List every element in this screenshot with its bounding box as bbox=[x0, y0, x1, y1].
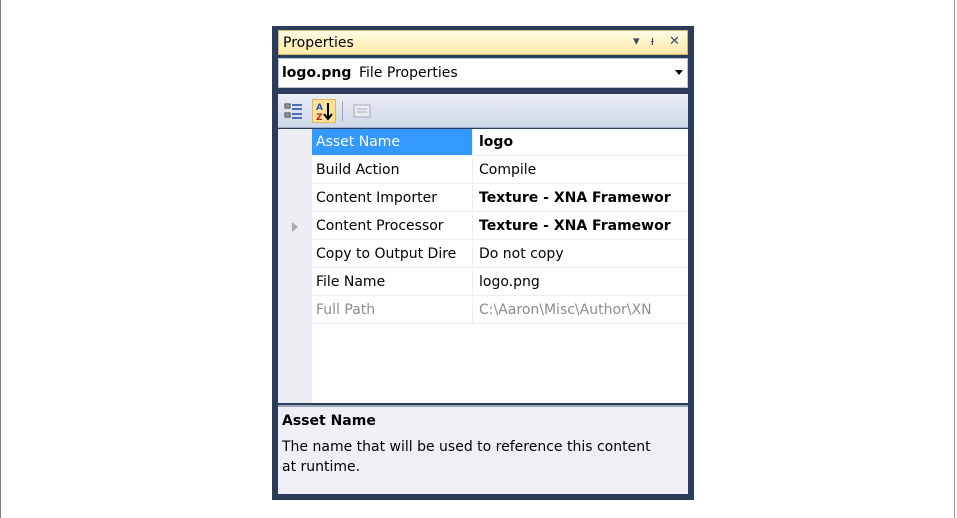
property-row-file-name[interactable]: File Name logo.png bbox=[278, 269, 688, 297]
property-row-content-importer[interactable]: Content Importer Texture - XNA Framewor bbox=[278, 185, 688, 213]
frame-right-border bbox=[954, 0, 955, 518]
properties-toolbar: A Z bbox=[278, 94, 688, 128]
alphabetical-sort-icon[interactable]: A Z bbox=[312, 99, 336, 123]
property-row-build-action[interactable]: Build Action Compile bbox=[278, 157, 688, 185]
dropdown-arrow-icon[interactable]: ▾ bbox=[633, 33, 640, 51]
property-name: Copy to Output Dire bbox=[312, 241, 472, 268]
property-value[interactable]: Texture - XNA Framewor bbox=[472, 185, 688, 212]
description-pane: Asset Name The name that will be used to… bbox=[278, 405, 688, 494]
description-title: Asset Name bbox=[282, 413, 376, 429]
property-value[interactable]: Texture - XNA Framewor bbox=[472, 213, 688, 240]
panel-title: Properties bbox=[283, 35, 354, 51]
property-name: Build Action bbox=[312, 157, 472, 184]
property-pages-icon[interactable] bbox=[350, 99, 374, 123]
property-value: C:\Aaron\Misc\Author\XN bbox=[472, 297, 688, 324]
property-row-asset-name[interactable]: Asset Name logo bbox=[278, 129, 688, 157]
property-name: Content Processor bbox=[312, 213, 472, 240]
property-row-copy-to-output[interactable]: Copy to Output Dire Do not copy bbox=[278, 241, 688, 269]
expand-arrow-icon[interactable] bbox=[292, 222, 298, 232]
chevron-down-icon[interactable] bbox=[675, 70, 683, 75]
property-name: Content Importer bbox=[312, 185, 472, 212]
property-name: Full Path bbox=[312, 297, 472, 324]
description-text: The name that will be used to reference … bbox=[282, 439, 651, 475]
svg-text:A: A bbox=[316, 103, 323, 113]
close-icon[interactable]: ✕ bbox=[669, 33, 680, 51]
grid-gutter bbox=[278, 325, 312, 403]
property-value[interactable]: Do not copy bbox=[472, 241, 688, 268]
property-name: File Name bbox=[312, 269, 472, 296]
object-selector[interactable]: logo.png File Properties bbox=[278, 58, 688, 88]
property-value[interactable]: Compile bbox=[472, 157, 688, 184]
title-bar[interactable]: Properties ▾ ᵼ ✕ bbox=[278, 30, 688, 55]
pin-icon[interactable]: ᵼ bbox=[651, 33, 654, 51]
object-type: File Properties bbox=[359, 65, 458, 81]
toolbar-separator bbox=[342, 101, 343, 121]
svg-text:Z: Z bbox=[316, 113, 323, 122]
property-value[interactable]: logo.png bbox=[472, 269, 688, 296]
categorized-icon[interactable] bbox=[282, 99, 306, 123]
frame-left-border bbox=[0, 0, 1, 518]
property-grid: Asset Name logo Build Action Compile Con… bbox=[278, 129, 688, 403]
property-row-content-processor[interactable]: Content Processor Texture - XNA Framewor bbox=[278, 213, 688, 241]
property-name: Asset Name bbox=[312, 129, 472, 156]
property-row-full-path[interactable]: Full Path C:\Aaron\Misc\Author\XN bbox=[278, 297, 688, 325]
object-name: logo.png bbox=[282, 65, 352, 81]
properties-window: Properties ▾ ᵼ ✕ logo.png File Propertie… bbox=[272, 26, 694, 500]
property-value[interactable]: logo bbox=[472, 129, 688, 156]
